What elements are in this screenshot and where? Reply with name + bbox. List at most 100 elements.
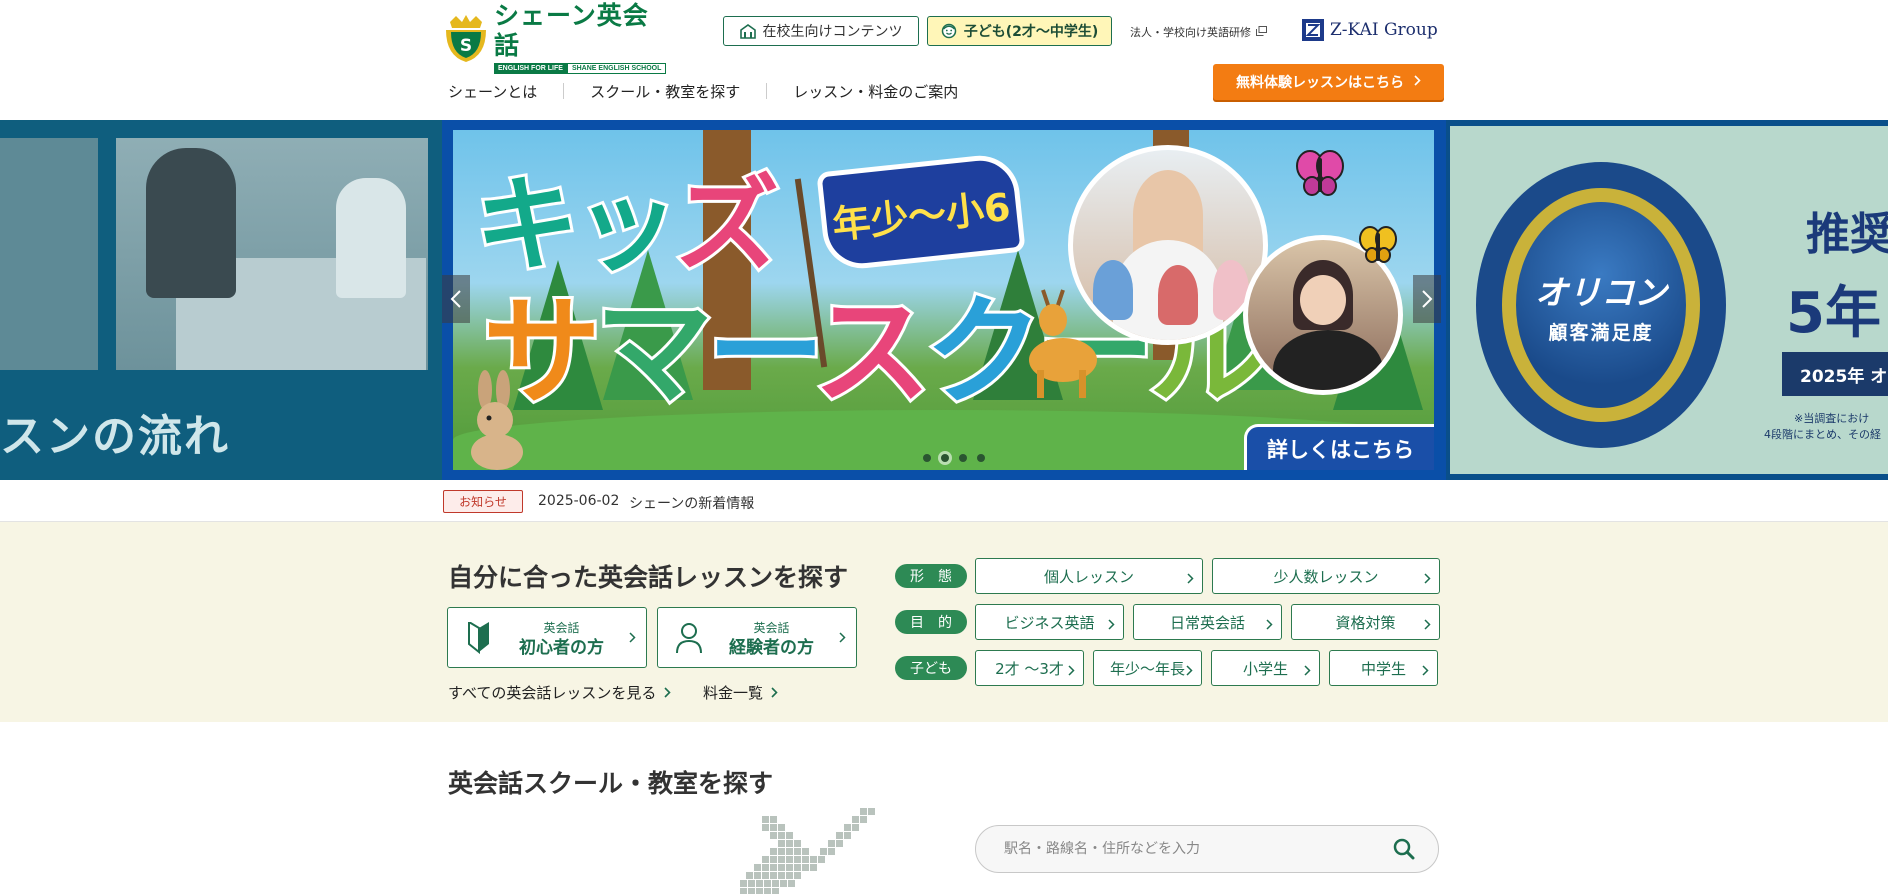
carousel-slide-next[interactable]: オリコン 顧客満足度 推奨 5年 2025年 オリ ※当調査におけ 4段階にまと… (1446, 120, 1888, 480)
carousel-dot[interactable] (977, 454, 985, 462)
banner-title-top: キッズ (472, 164, 782, 286)
person-icon (674, 622, 704, 654)
zkai-mark-icon (1302, 19, 1324, 41)
nav-divider (563, 83, 565, 99)
chevron-right-icon (1422, 290, 1433, 308)
price-list-label: 料金一覧 (703, 684, 764, 702)
category-row-purpose: 目 的 ビジネス英語 日常英会話 資格対策 (895, 604, 1449, 640)
business-english-button[interactable]: ビジネス英語 (975, 604, 1124, 640)
medal-subtitle: 顧客満足度 (1548, 321, 1654, 344)
experienced-button[interactable]: 英会話 経験者の方 (657, 607, 857, 668)
beginner-button[interactable]: 英会話 初心者の方 (447, 607, 647, 668)
nav-item-about[interactable]: シェーンとは (448, 81, 537, 102)
butterfly-icon (1359, 226, 1397, 263)
school-building-icon (739, 23, 756, 39)
school-search-title: 英会話スクール・教室を探す (448, 769, 774, 798)
school-search-box (975, 825, 1439, 873)
chevron-right-icon (1424, 570, 1431, 588)
kids-button[interactable]: 子ども(2才〜中学生) (927, 16, 1112, 46)
category-row-format: 形 態 個人レッスン 少人数レッスン (895, 558, 1449, 594)
chevron-right-icon (1424, 616, 1431, 634)
category-row-kids: 子ども 2才 〜3才 年少〜年長 小学生 中学生 (895, 650, 1447, 686)
chevron-right-icon (1422, 662, 1429, 680)
beginner-main-label: 初心者の方 (519, 637, 604, 658)
carousel-dot[interactable] (923, 454, 931, 462)
school-search-input[interactable] (1004, 841, 1384, 857)
category-label: 子ども (895, 656, 967, 680)
japan-map-icon[interactable] (740, 808, 900, 894)
carousel-next-button[interactable] (1413, 275, 1441, 323)
carousel-dots (923, 454, 985, 462)
nav-item-lessons-fees[interactable]: レッスン・料金のご案内 (793, 81, 958, 102)
lesson-photo (116, 138, 428, 370)
recommendation-title: 推奨 (1806, 209, 1888, 260)
child-face-icon (941, 23, 957, 39)
nav-divider (766, 83, 768, 99)
price-list-link[interactable]: 料金一覧 (703, 682, 778, 703)
zkai-group-logo[interactable]: Z-KAI Group (1302, 19, 1438, 41)
qualification-button[interactable]: 資格対策 (1291, 604, 1440, 640)
daily-conversation-button[interactable]: 日常英会話 (1133, 604, 1282, 640)
category-label: 目 的 (895, 610, 967, 634)
recommendation-note: ※当調査におけ (1794, 412, 1870, 425)
main-nav: シェーンとは スクール・教室を探す レッスン・料金のご案内 (448, 80, 958, 102)
carousel-dot[interactable] (959, 454, 967, 462)
all-lessons-link[interactable]: すべての英会話レッスンを見る (448, 682, 671, 703)
students-content-button[interactable]: 在校生向けコンテンツ (723, 16, 919, 46)
age-2-3-button[interactable]: 2才 〜3才 (975, 650, 1084, 686)
svg-text:S: S (460, 36, 472, 56)
chevron-right-icon (1266, 616, 1273, 634)
experienced-small-label: 英会話 (753, 620, 790, 635)
category-label: 形 態 (895, 564, 967, 588)
carousel-slide-previous[interactable]: スンの流れ (0, 120, 442, 480)
search-icon[interactable] (1384, 838, 1424, 860)
chevron-right-icon (1108, 616, 1115, 634)
chevron-right-icon (664, 684, 671, 702)
chevron-right-icon (1068, 662, 1075, 680)
recommendation-years: 5年 (1786, 281, 1881, 346)
site-logo[interactable]: S シェーン英会話 ENGLISH FOR LIFE SHANE ENGLISH… (442, 1, 667, 74)
butterfly-icon (1296, 150, 1344, 196)
corporate-link-label: 法人・学校向け英語研修 (1130, 26, 1251, 39)
age-range-text: 年少〜小6 (830, 184, 1013, 247)
logo-name: シェーン英会話 (494, 1, 649, 60)
beginner-mark-icon (464, 621, 494, 654)
rabbit-illustration (471, 370, 523, 470)
carousel-dot-active[interactable] (941, 454, 949, 462)
junior-high-button[interactable]: 中学生 (1329, 650, 1438, 686)
chevron-right-icon (839, 628, 846, 647)
recommendation-note: 4段階にまとめ、その経 (1764, 428, 1881, 441)
private-lesson-button[interactable]: 個人レッスン (975, 558, 1203, 594)
group-lesson-button[interactable]: 少人数レッスン (1212, 558, 1440, 594)
chevron-right-icon (1187, 570, 1194, 588)
news-link[interactable]: シェーンの新着情報 (629, 493, 754, 513)
slide-photo (0, 138, 98, 370)
elementary-button[interactable]: 小学生 (1211, 650, 1320, 686)
nav-item-find-school[interactable]: スクール・教室を探す (590, 81, 740, 102)
details-tag[interactable]: 詳しくはこちら (1244, 424, 1434, 470)
chevron-right-icon (629, 628, 636, 647)
chevron-right-icon (1304, 662, 1311, 680)
kids-button-label: 子ども(2才〜中学生) (963, 24, 1099, 40)
chevron-left-icon (450, 290, 461, 308)
zkai-group-text: Z-KAI Group (1330, 20, 1438, 40)
logo-tagline-primary: ENGLISH FOR LIFE (494, 63, 567, 74)
beginner-small-label: 英会話 (543, 620, 580, 635)
corporate-link[interactable]: 法人・学校向け英語研修 (1130, 24, 1267, 40)
free-trial-label: 無料体験レッスンはこちら (1236, 75, 1404, 91)
lesson-finder: 自分に合った英会話レッスンを探す 英会話 初心者の方 英会話 経験者の方 すべて… (0, 522, 1888, 722)
chevron-right-icon (1186, 662, 1193, 680)
site-header: S シェーン英会話 ENGLISH FOR LIFE SHANE ENGLISH… (0, 0, 1888, 120)
news-bar: お知らせ 2025-06-02 シェーンの新着情報 (0, 480, 1888, 522)
kids-summer-school-banner: 年少〜小6 キッズ サマースクール (453, 130, 1434, 470)
all-lessons-label: すべての英会話レッスンを見る (448, 684, 657, 702)
free-trial-button[interactable]: 無料体験レッスンはこちら (1213, 64, 1444, 100)
carousel-prev-button[interactable] (442, 275, 470, 323)
carousel-slide-active[interactable]: 年少〜小6 キッズ サマースクール (442, 120, 1446, 480)
lesson-finder-title: 自分に合った英会話レッスンを探す (448, 563, 849, 592)
deer-illustration (1029, 289, 1097, 398)
external-link-icon (1256, 25, 1267, 39)
chevron-right-icon (771, 684, 778, 702)
logo-tagline-secondary: SHANE ENGLISH SCHOOL (566, 63, 667, 74)
kindergarten-button[interactable]: 年少〜年長 (1093, 650, 1202, 686)
